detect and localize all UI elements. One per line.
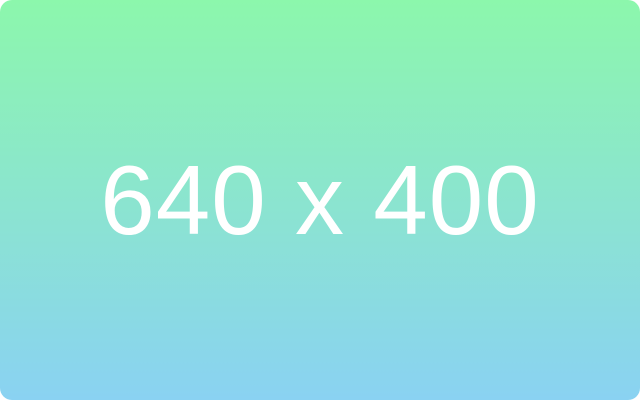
- placeholder-image: 640 x 400: [0, 0, 640, 400]
- dimension-label: 640 x 400: [100, 145, 540, 255]
